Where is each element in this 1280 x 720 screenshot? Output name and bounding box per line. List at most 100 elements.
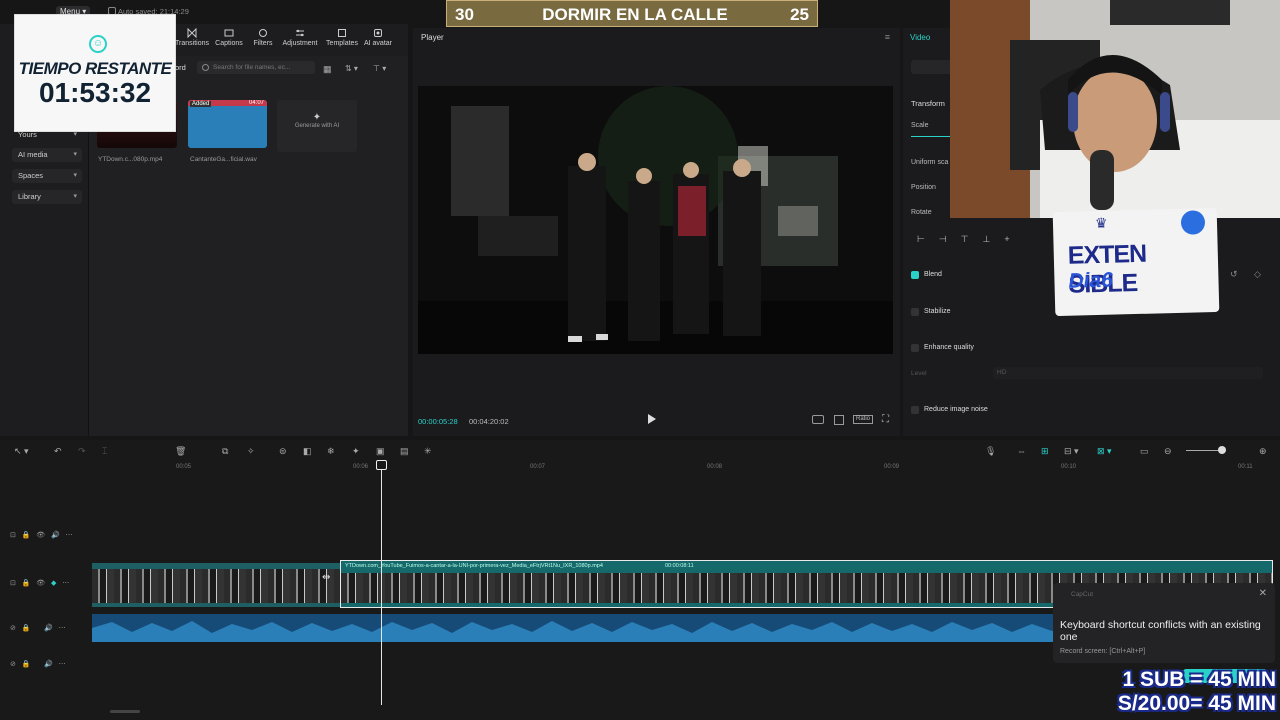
filters-tab[interactable]: Filters [243, 28, 283, 54]
menu-icon[interactable]: ≡ [885, 32, 890, 42]
microphone-icon[interactable]: 🎙 [985, 446, 996, 457]
link-icon[interactable]: ⇔ [1017, 446, 1026, 456]
media-thumb-audio[interactable]: Added 04:07 [188, 100, 267, 148]
ratio-button[interactable]: Ratio [853, 415, 873, 424]
sort-icon[interactable]: ⇅ ▾ [345, 64, 358, 73]
speed-icon[interactable]: ⊜ [279, 446, 287, 457]
redo-icon[interactable]: ↷ [78, 446, 86, 457]
toast-message: Keyboard shortcut conflicts with an exis… [1060, 619, 1261, 643]
timer-card: ☺ TIEMPO RESTANTE 01:53:32 [14, 14, 176, 132]
clip-duration: 00:00:08:11 [665, 563, 694, 569]
filter-icon[interactable]: ⊤ ▾ [373, 64, 386, 73]
chevron-down-icon: ▾ [73, 151, 77, 158]
search-input[interactable]: Search for file names, ec... [197, 61, 315, 74]
rotate-label: Rotate [911, 209, 932, 216]
templates-tab[interactable]: Templates [322, 28, 362, 54]
uniform-scale-label: Uniform sca [911, 159, 949, 166]
track-header[interactable]: ⊡ 🔒 👁 🔊 ⋯ [10, 531, 90, 543]
adjustment-icon [296, 29, 304, 37]
player-title: Player [421, 33, 444, 42]
transitions-tab[interactable]: Transitions [172, 28, 212, 54]
close-icon[interactable]: ✕ [1259, 588, 1267, 599]
adjustment-tab[interactable]: Adjustment [280, 28, 320, 54]
undo-icon[interactable]: ↶ [54, 446, 62, 457]
blend-checkbox[interactable] [911, 271, 919, 279]
stabilize-checkbox[interactable] [911, 308, 919, 316]
freeze-icon[interactable]: ❄ [327, 446, 335, 457]
sidebar-item-label: Spaces [18, 171, 44, 180]
toast-app: CapCut [1071, 591, 1094, 598]
ruler-tick: 00:05 [176, 464, 192, 470]
track-header[interactable]: ⊘ 🔒 🔊 ⋯ [10, 660, 90, 672]
position-label: Position [911, 184, 936, 191]
webcam-feed [950, 0, 1280, 218]
delete-icon[interactable]: 🗑 [175, 446, 186, 457]
fullscreen-icon[interactable]: ⛶ [882, 414, 889, 425]
zoom-in-icon[interactable]: ⊕ [1259, 446, 1267, 457]
current-time: 00:00:05:28 [418, 417, 458, 426]
more-tools-icon[interactable]: ✳ [424, 446, 432, 457]
sidebar-item-library[interactable]: Library ▾ [12, 190, 82, 204]
crop-icon[interactable] [834, 415, 844, 425]
clip-label: YTDown.com_YouTube_Fuimos-a-cantar-a-la-… [345, 563, 603, 569]
sub-goal-line2: S/20.00= 45 MIN [1117, 692, 1276, 715]
playhead-handle[interactable] [376, 460, 387, 470]
adjustment-label: Adjustment [282, 40, 318, 47]
snap-icon[interactable]: ⊠ ▾ [1097, 446, 1112, 457]
generate-with-ai-button[interactable]: ✦ Generate with AI [277, 100, 357, 152]
zoom-out-icon[interactable]: ⊖ [1164, 446, 1172, 457]
split-icon[interactable]: ⌶ [102, 446, 107, 457]
level-select[interactable]: HD [993, 367, 1263, 379]
fit-timeline-icon[interactable]: ▭ [1140, 446, 1149, 457]
sub-goal-line1: 1 SUB = 45 MIN [1122, 668, 1276, 691]
caption-tool-icon[interactable]: ▣ [376, 446, 385, 457]
stabilize-label: Stabilize [924, 308, 951, 315]
level-label: Level [911, 370, 927, 377]
zoom-slider-handle[interactable] [1218, 446, 1226, 454]
view-grid-icon[interactable]: ▦ [323, 64, 332, 75]
magnet-icon[interactable]: ⊞ [1041, 446, 1049, 457]
banner-right-number: 25 [790, 5, 809, 24]
ai-avatar-tab[interactable]: AI avatar [358, 28, 398, 54]
select-tool-icon[interactable]: ↖ ▾ [14, 446, 29, 457]
pin-icon [1180, 210, 1206, 235]
sidebar-item-ai-media[interactable]: AI media ▾ [12, 148, 82, 162]
magic-icon[interactable]: ✧ [247, 446, 255, 457]
auto-cut-icon[interactable]: ▤ [400, 446, 409, 457]
crop-tool-icon[interactable]: ⧉ [222, 446, 228, 457]
enhance-checkbox[interactable] [911, 344, 919, 352]
keyframe-icon[interactable]: ◇ [1254, 269, 1261, 280]
trim-cursor-icon: ⇹ [322, 572, 331, 583]
blend-label: Blend [924, 271, 942, 278]
scale-slider[interactable] [911, 136, 951, 137]
crown-icon: ♛ [1094, 214, 1108, 232]
mirror-icon[interactable]: ◧ [303, 446, 312, 457]
track-header[interactable]: ⊡ 🔒 👁 ◆ ⋯ [10, 579, 90, 591]
play-icon[interactable] [648, 414, 656, 424]
fit-icon[interactable] [812, 415, 824, 424]
timeline-scrollbar[interactable] [110, 710, 140, 713]
video-preview[interactable] [418, 86, 893, 354]
sidebar-item-spaces[interactable]: Spaces ▾ [12, 169, 82, 183]
filters-icon [259, 29, 267, 37]
timer-label: TIEMPO RESTANTE [18, 59, 172, 78]
reset-icon[interactable]: ↺ [1230, 269, 1238, 280]
toast-hint: Record screen: [Ctrl+Alt+P] [1060, 648, 1146, 655]
align-icons[interactable]: ⊢⊣⊤⊥+ [917, 234, 1024, 245]
ai-edit-icon[interactable]: ✦ [352, 446, 360, 457]
ruler-tick: 00:07 [530, 464, 546, 470]
smile-icon: ☺ [89, 35, 107, 53]
reduce-noise-checkbox[interactable] [911, 406, 919, 414]
ruler-tick: 00:08 [707, 464, 723, 470]
video-frame [418, 86, 893, 354]
playhead[interactable] [381, 462, 382, 705]
record-tab[interactable]: ord [175, 63, 186, 72]
notification-toast: CapCut ✕ Keyboard shortcut conflicts wit… [1053, 583, 1275, 663]
media-name: CantanteGa...ficial.wav [190, 156, 257, 163]
preview-axis-icon[interactable]: ⊟ ▾ [1064, 446, 1079, 457]
ruler-tick: 00:11 [1238, 464, 1253, 470]
video-tab[interactable]: Video [910, 33, 930, 42]
video-clip[interactable] [92, 563, 340, 607]
scale-label: Scale [911, 122, 929, 129]
track-header[interactable]: ⊘ 🔒 🔊 ⋯ [10, 624, 90, 636]
